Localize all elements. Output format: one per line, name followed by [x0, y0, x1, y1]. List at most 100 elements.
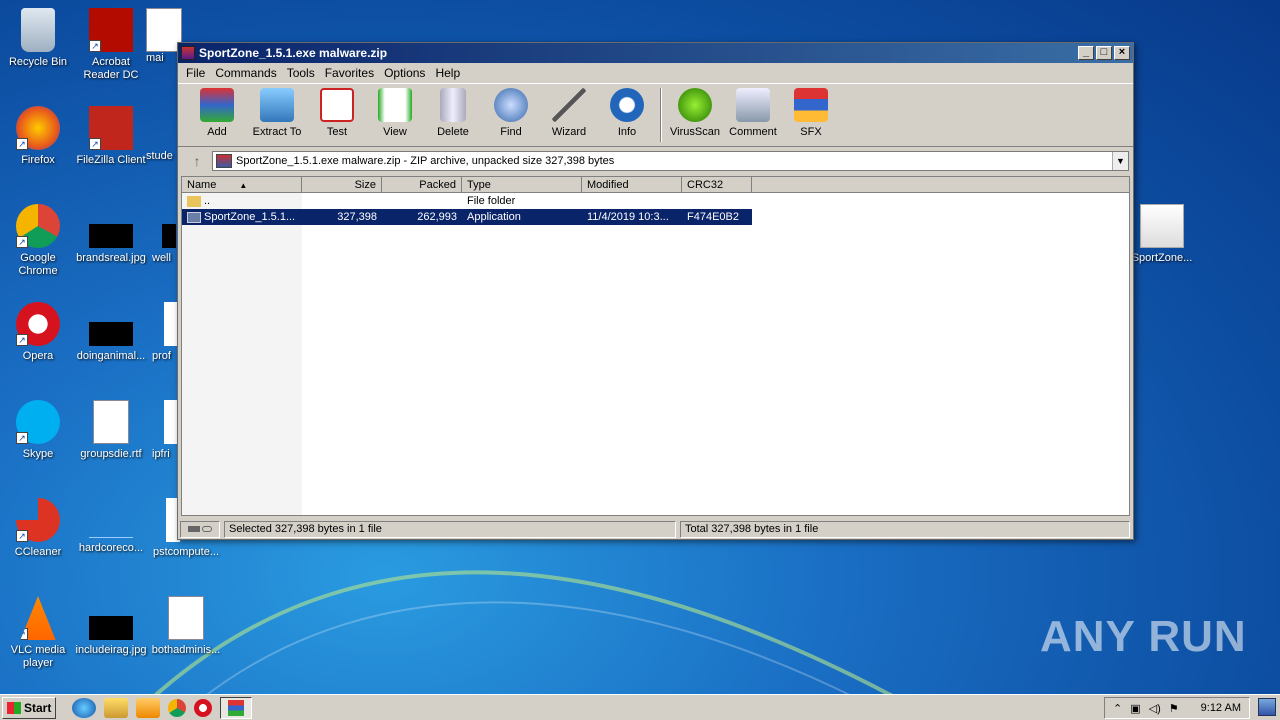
volume-icon[interactable]: ◁)	[1149, 702, 1161, 715]
taskbar: Start ⌃ ▣ ◁) ⚑ 9:12 AM	[0, 694, 1280, 720]
desktop-icon-firefox[interactable]: ↗ Firefox	[0, 106, 76, 167]
desktop-icon-label: hardcoreco...	[78, 542, 144, 554]
sfx-icon	[794, 88, 828, 122]
extract-to-button[interactable]: Extract To	[246, 88, 308, 138]
extract-to-label: Extract To	[252, 126, 302, 138]
status-icons	[180, 520, 220, 538]
desktop-icon-prof[interactable]: prof	[152, 302, 178, 363]
desktop-icon-sportzone-zip[interactable]: SportZone...	[1124, 204, 1200, 265]
menu-favorites[interactable]: Favorites	[320, 66, 379, 80]
virusscan-button[interactable]: VirusScan	[666, 88, 724, 138]
info-button[interactable]: Info	[598, 88, 656, 138]
desktop-icon-groupsdie[interactable]: groupsdie.rtf	[73, 400, 149, 461]
status-total: Total 327,398 bytes in 1 file	[680, 520, 1130, 538]
menu-file[interactable]: File	[181, 66, 210, 80]
show-desktop-button[interactable]	[1258, 698, 1276, 716]
desktop-icon-includeirag[interactable]: includeirag.jpg	[73, 596, 149, 657]
desktop-icon-filezilla[interactable]: ↗ FileZilla Client	[73, 106, 149, 167]
desktop-icon-label: ipfri	[152, 448, 170, 460]
clock[interactable]: 9:12 AM	[1201, 702, 1241, 714]
desktop-icon-ipfri[interactable]: ipfri	[152, 400, 178, 461]
column-header-packed[interactable]: Packed	[382, 177, 462, 192]
desktop-icon-recycle-bin[interactable]: Recycle Bin	[0, 8, 76, 69]
column-header-type[interactable]: Type	[462, 177, 582, 192]
opera-icon[interactable]	[194, 698, 212, 717]
comment-icon	[736, 88, 770, 122]
up-folder-icon[interactable]: ↑	[182, 150, 212, 172]
desktop-icon-ccleaner[interactable]: ↗ CCleaner	[0, 498, 76, 559]
ie-icon[interactable]	[72, 697, 96, 718]
maximize-button[interactable]: □	[1096, 46, 1112, 60]
desktop-icon-bothadminis[interactable]: bothadminis...	[148, 596, 224, 657]
desktop-icon-label: well	[152, 252, 171, 264]
row-name: SportZone_1.5.1...	[204, 211, 296, 223]
winrar-taskbar-button[interactable]	[220, 696, 252, 719]
network-icon[interactable]: ▣	[1130, 702, 1140, 715]
desktop-icon-label: FileZilla Client	[76, 154, 146, 166]
skype-icon: ↗	[16, 400, 60, 444]
desktop-icon-stude[interactable]: stude	[146, 106, 176, 163]
table-row[interactable]: SportZone_1.5.1... 327,398 262,993 Appli…	[182, 209, 1129, 225]
wizard-button[interactable]: Wizard	[540, 88, 598, 138]
column-header-modified[interactable]: Modified	[582, 177, 682, 192]
desktop-icon-chrome[interactable]: ↗ Google Chrome	[0, 204, 76, 278]
desktop-icon-label: brandsreal.jpg	[76, 252, 146, 264]
vlc-icon: ↗	[20, 596, 56, 640]
title-bar[interactable]: SportZone_1.5.1.exe malware.zip _ □ ×	[178, 43, 1133, 63]
media-player-icon[interactable]	[136, 697, 160, 718]
menu-commands[interactable]: Commands	[210, 66, 281, 80]
desktop-icon-acrobat[interactable]: ↗ Acrobat Reader DC	[73, 8, 149, 82]
action-center-icon[interactable]: ⚑	[1169, 702, 1179, 715]
sfx-button[interactable]: SFX	[782, 88, 840, 138]
start-button[interactable]: Start	[2, 696, 56, 719]
winrar-app-icon	[181, 46, 195, 60]
chrome-icon[interactable]	[168, 698, 186, 717]
find-button[interactable]: Find	[482, 88, 540, 138]
row-modified: 11/4/2019 10:3...	[582, 209, 682, 225]
sfx-label: SFX	[800, 126, 822, 138]
desktop-icon-label: doinganimal...	[76, 350, 146, 362]
desktop-icon-well[interactable]: well	[152, 204, 178, 265]
opera-icon: ↗	[16, 302, 60, 346]
desktop-icon-skype[interactable]: ↗ Skype	[0, 400, 76, 461]
file-list[interactable]: Name ▲ Size Packed Type Modified CRC32 .…	[181, 176, 1130, 516]
desktop-icon-label: Acrobat Reader DC	[83, 56, 139, 81]
row-size	[302, 193, 382, 209]
book-icon	[378, 88, 412, 122]
table-row[interactable]: .. File folder	[182, 193, 1129, 209]
column-header-name[interactable]: Name ▲	[182, 177, 302, 192]
image-file-icon	[89, 224, 133, 248]
sort-up-icon: ▲	[239, 181, 248, 190]
view-button[interactable]: View	[366, 88, 424, 138]
desktop-icon-opera[interactable]: ↗ Opera	[0, 302, 76, 363]
address-bar[interactable]: SportZone_1.5.1.exe malware.zip - ZIP ar…	[212, 151, 1129, 171]
desktop-icon-vlc[interactable]: ↗ VLC media player	[0, 596, 76, 670]
desktop-icon-brandsreal[interactable]: brandsreal.jpg	[73, 204, 149, 265]
image-file-icon	[162, 224, 176, 248]
test-button[interactable]: Test	[308, 88, 366, 138]
chevron-down-icon[interactable]: ▼	[1112, 152, 1128, 170]
comment-button[interactable]: Comment	[724, 88, 782, 138]
toolbar: Add Extract To Test View Delete Find Wiz…	[178, 83, 1133, 147]
window-title: SportZone_1.5.1.exe malware.zip	[199, 46, 388, 60]
add-button[interactable]: Add	[188, 88, 246, 138]
column-header-crc32[interactable]: CRC32	[682, 177, 752, 192]
delete-button[interactable]: Delete	[424, 88, 482, 138]
winrar-window[interactable]: SportZone_1.5.1.exe malware.zip _ □ × Fi…	[177, 42, 1134, 540]
row-name: ..	[204, 195, 211, 207]
explorer-icon[interactable]	[104, 697, 128, 718]
add-icon	[200, 88, 234, 122]
column-header-size[interactable]: Size	[302, 177, 382, 192]
desktop-icon-hardcoreco[interactable]: hardcoreco...	[73, 498, 149, 555]
menu-help[interactable]: Help	[430, 66, 465, 80]
minimize-button[interactable]: _	[1078, 46, 1094, 60]
menu-options[interactable]: Options	[379, 66, 430, 80]
chevron-up-icon[interactable]: ⌃	[1113, 702, 1122, 715]
close-button[interactable]: ×	[1114, 46, 1130, 60]
desktop-icon-doinganimal[interactable]: doinganimal...	[73, 302, 149, 363]
menu-tools[interactable]: Tools	[282, 66, 320, 80]
desktop-icon-label: Skype	[22, 448, 54, 460]
desktop-icon-label: Recycle Bin	[8, 56, 68, 68]
wand-icon	[552, 88, 586, 122]
file-icon	[146, 106, 176, 150]
